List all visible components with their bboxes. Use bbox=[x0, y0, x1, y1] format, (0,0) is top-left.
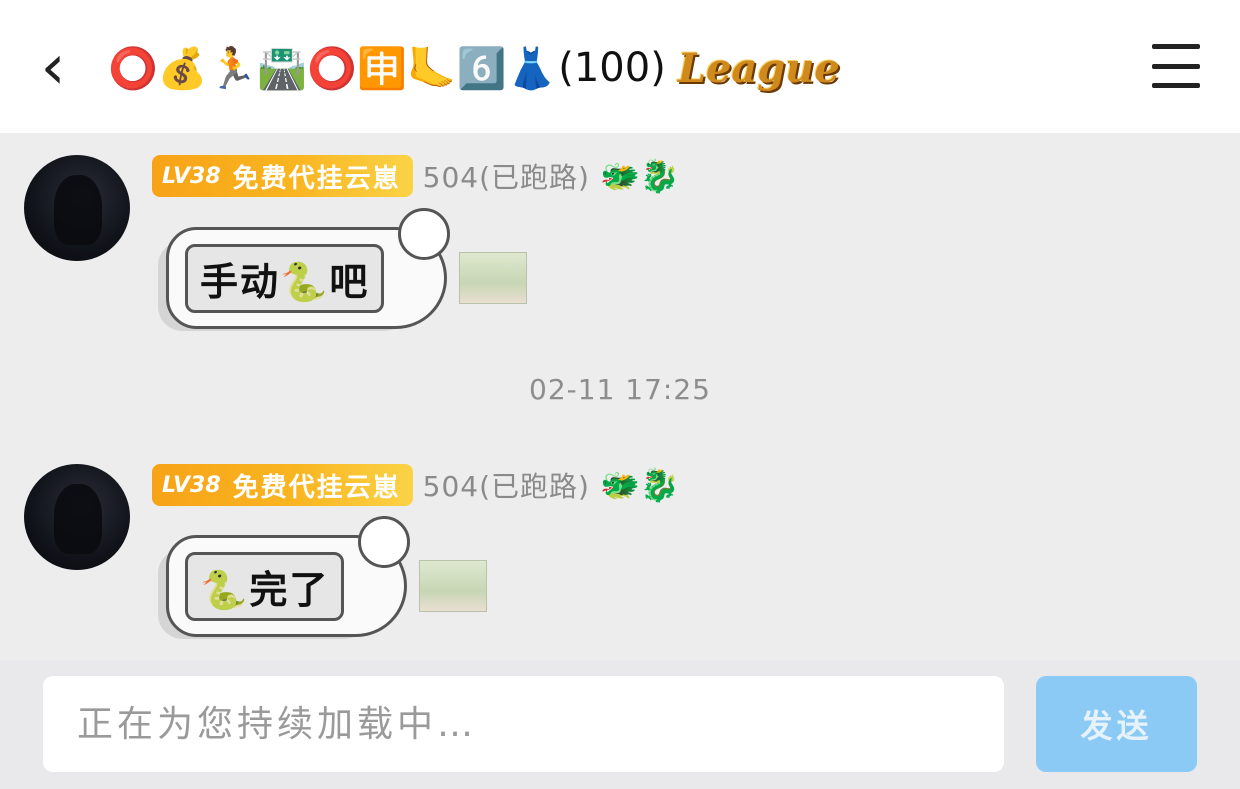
astronaut-icon bbox=[358, 516, 411, 568]
level-label: LV38 bbox=[162, 163, 221, 189]
avatar[interactable] bbox=[24, 155, 130, 261]
sticker-message[interactable]: 🐍完了 bbox=[166, 516, 488, 646]
chat-title: ⭕💰🏃🛣️⭕🈸🦶6️⃣👗 (100) League bbox=[108, 36, 840, 100]
member-count: (100) bbox=[558, 45, 666, 91]
message-input-wrapper[interactable] bbox=[43, 676, 1004, 772]
sticker-text: 手动🐍吧 bbox=[185, 243, 385, 313]
dragon-icon: 🐲🐉 bbox=[599, 157, 680, 195]
sticker-thumbnail[interactable] bbox=[419, 560, 488, 612]
astronaut-icon bbox=[398, 208, 451, 260]
sender-name[interactable]: 504(已跑路) bbox=[423, 465, 590, 505]
message-list[interactable]: LV38 免费代挂云崽 504(已跑路) 🐲🐉 手动🐍吧 02-11 17:25… bbox=[0, 133, 1240, 660]
back-button[interactable]: ‹ bbox=[28, 36, 78, 98]
sticker-message[interactable]: 手动🐍吧 bbox=[166, 208, 528, 338]
message-input[interactable] bbox=[43, 676, 1004, 772]
top-bar: ‹ ⭕💰🏃🛣️⭕🈸🦶6️⃣👗 (100) League bbox=[0, 0, 1240, 133]
member-badge: LV38 免费代挂云崽 bbox=[152, 155, 413, 197]
send-button[interactable]: 发送 bbox=[1036, 676, 1197, 772]
sender-name[interactable]: 504(已跑路) bbox=[423, 156, 590, 196]
badge-title: 免费代挂云崽 bbox=[232, 472, 401, 503]
menu-button[interactable] bbox=[1152, 44, 1200, 88]
badge-title: 免费代挂云崽 bbox=[232, 163, 401, 194]
chevron-left-icon: ‹ bbox=[40, 30, 66, 103]
title-emoji: ⭕💰🏃🛣️⭕🈸🦶6️⃣👗 bbox=[108, 45, 557, 92]
timestamp: 02-11 17:25 bbox=[529, 373, 711, 406]
dragon-icon: 🐲🐉 bbox=[599, 466, 680, 504]
rocket-sticker: 手动🐍吧 bbox=[166, 208, 451, 329]
avatar[interactable] bbox=[24, 464, 130, 570]
level-label: LV38 bbox=[162, 472, 221, 498]
member-badge: LV38 免费代挂云崽 bbox=[152, 464, 413, 506]
sender-row: LV38 免费代挂云崽 504(已跑路) 🐲🐉 bbox=[152, 464, 680, 506]
composer-bar: 发送 bbox=[0, 660, 1240, 789]
sticker-text: 🐍完了 bbox=[185, 551, 345, 621]
sender-row: LV38 免费代挂云崽 504(已跑路) 🐲🐉 bbox=[152, 155, 680, 197]
sticker-thumbnail[interactable] bbox=[459, 252, 528, 304]
rocket-sticker: 🐍完了 bbox=[166, 516, 411, 637]
hamburger-menu-icon bbox=[1152, 44, 1200, 49]
league-logo: League bbox=[677, 44, 840, 92]
